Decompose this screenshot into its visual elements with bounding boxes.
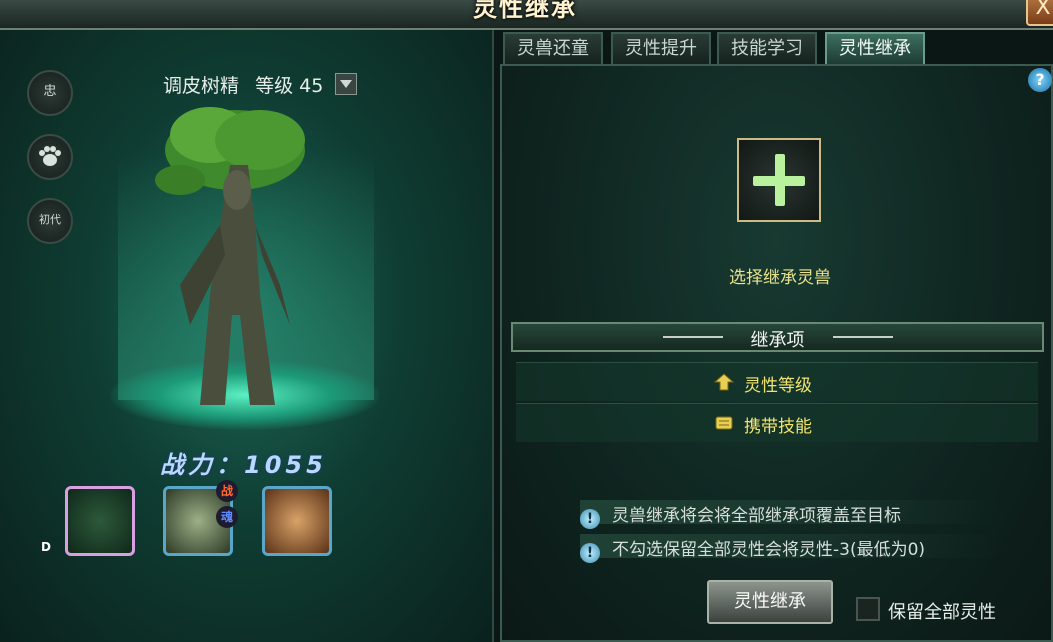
inherit-button[interactable]: 灵性继承	[707, 580, 833, 624]
soul-badge: 魂	[216, 506, 238, 528]
window-title: 灵性继承	[473, 0, 577, 22]
tree-spirit-figure	[155, 107, 305, 405]
tab-spirit-upgrade[interactable]: 灵性提升	[611, 32, 711, 64]
generation-icon[interactable]: 初代	[27, 198, 73, 244]
keep-all-spirit-label: 保留全部灵性	[888, 602, 996, 623]
info-icon: !	[580, 543, 600, 563]
tab-rejuvenate[interactable]: 灵兽还童	[503, 32, 603, 64]
note-text: 不勾选保留全部灵性会将灵性-3(最低为0)	[612, 540, 926, 560]
combat-power: 战力：1055	[160, 451, 327, 479]
note-line: ! 灵兽继承将会将全部继承项覆盖至目标	[580, 501, 901, 529]
help-icon[interactable]: ?	[1028, 68, 1052, 92]
pet-select-dropdown[interactable]	[335, 73, 358, 95]
choose-pet-label: 选择继承灵兽	[729, 268, 831, 288]
note-text: 灵兽继承将会将全部继承项覆盖至目标	[612, 506, 901, 526]
inherit-items-header: 继承项	[511, 322, 1044, 352]
divider-right	[833, 336, 893, 338]
pet-name: 调皮树精	[163, 75, 240, 97]
pet-slot-monkey[interactable]	[262, 486, 332, 556]
pet-slot-tree[interactable]	[65, 486, 135, 556]
plus-icon-bar	[753, 176, 805, 186]
loyalty-icon-label: 忠	[43, 84, 57, 99]
slot-letter: D	[41, 540, 51, 554]
note-line: ! 不勾选保留全部灵性会将灵性-3(最低为0)	[580, 535, 925, 563]
paw-glyph	[39, 146, 61, 166]
inherit-items-title: 继承项	[750, 330, 805, 351]
loyalty-icon[interactable]: 忠	[27, 70, 73, 116]
inherit-item-label: 灵性等级	[744, 376, 812, 396]
generation-icon-label: 初代	[39, 213, 61, 226]
pet-name-row: 调皮树精 等级 45	[163, 71, 358, 97]
tab-spirit-inherit[interactable]: 灵性继承	[825, 32, 925, 64]
inherit-item-row: 灵性等级	[516, 362, 1038, 401]
info-icon: !	[580, 509, 600, 529]
paw-icon[interactable]	[27, 134, 73, 180]
level-up-icon	[714, 373, 734, 391]
keep-all-spirit-checkbox[interactable]	[856, 597, 880, 621]
inherit-item-label: 携带技能	[744, 417, 812, 437]
pet-level: 等级 45	[255, 75, 324, 97]
inherit-item-row: 携带技能	[516, 403, 1038, 442]
skill-scroll-icon	[715, 416, 733, 430]
close-button[interactable]: X	[1026, 0, 1053, 26]
add-inherit-pet-button[interactable]	[737, 138, 821, 222]
battle-badge: 战	[216, 480, 238, 502]
tab-skill-learning[interactable]: 技能学习	[717, 32, 817, 64]
